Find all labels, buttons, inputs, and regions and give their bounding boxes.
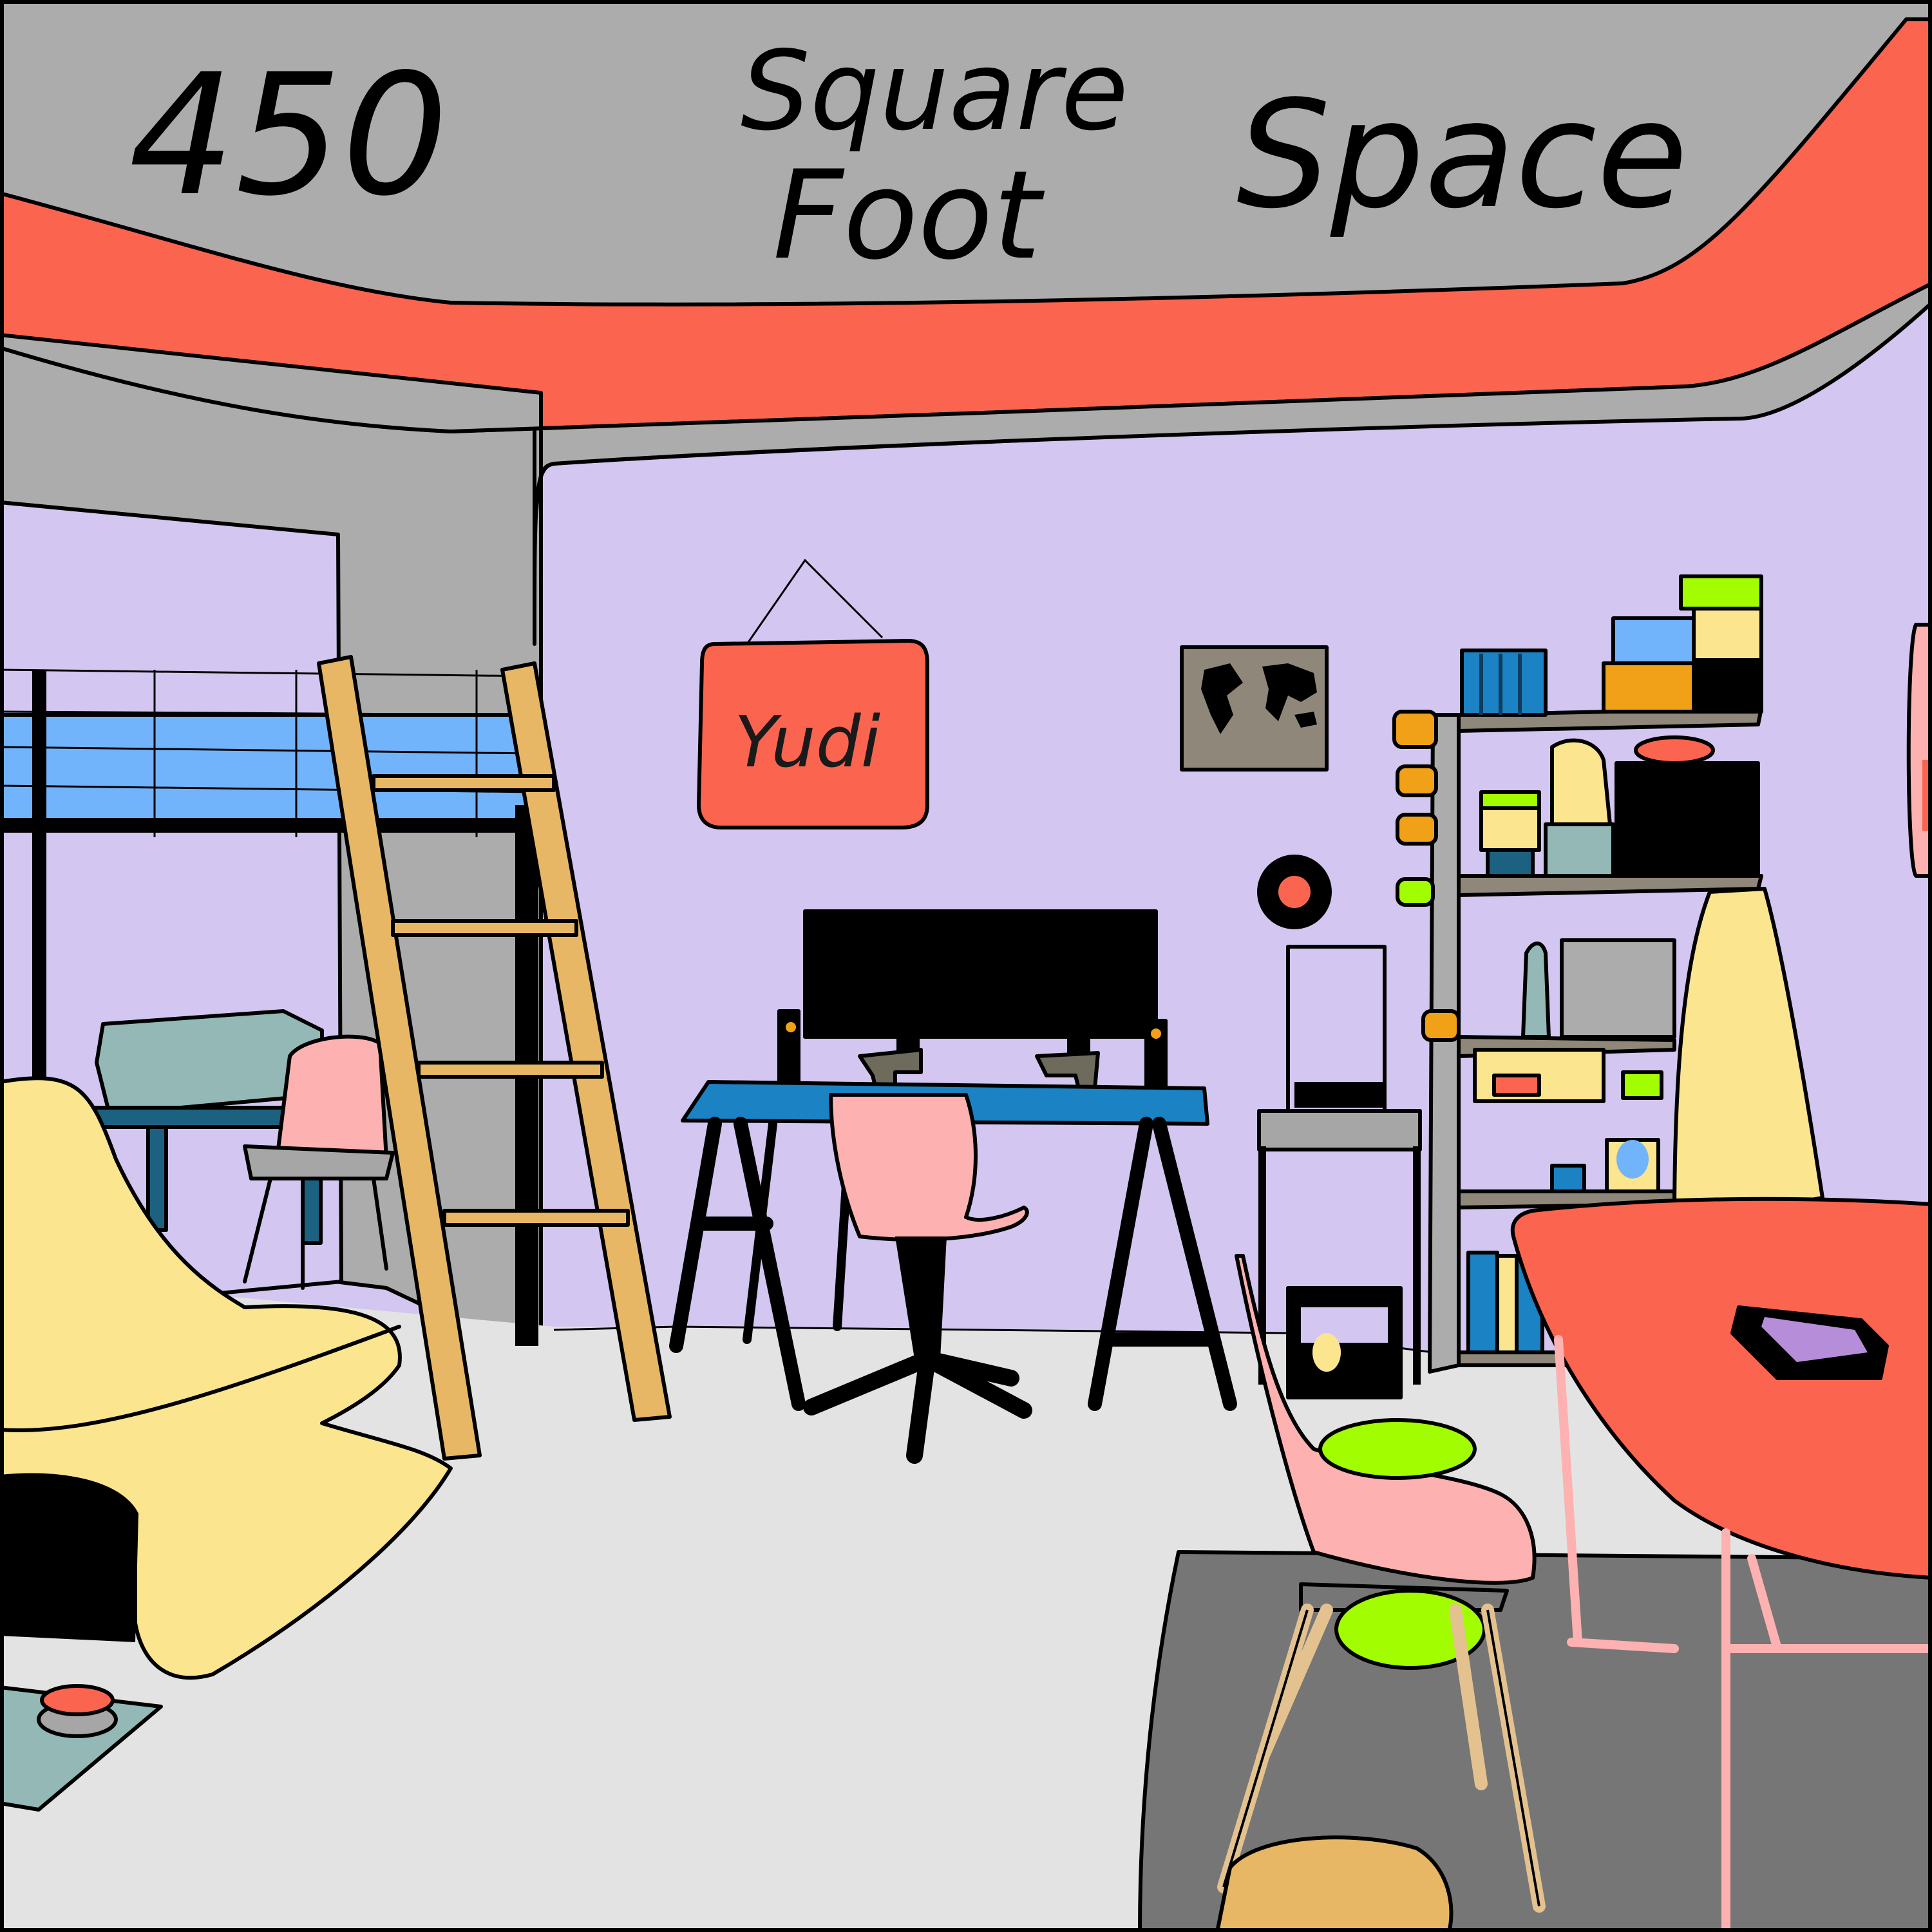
- dining-chair-cushion-top: [1318, 1418, 1477, 1480]
- wall-block-3: [1396, 813, 1438, 846]
- title-word-space: Space: [1236, 70, 1688, 242]
- cart-top: [1257, 1109, 1422, 1151]
- jar-yellow: [1479, 806, 1541, 852]
- box-black-mid: [1615, 761, 1760, 878]
- speaker-right-dot: [1151, 1028, 1161, 1039]
- world-map-poster: [1180, 645, 1329, 772]
- wall-block-1: [1392, 710, 1438, 749]
- vacuum-button: [40, 1684, 115, 1716]
- ladder-rung-1: [372, 774, 556, 792]
- box-black-top: [1692, 658, 1763, 714]
- title-number: 450: [129, 39, 448, 233]
- box-yellow-top: [1692, 607, 1763, 662]
- monitor-left: [803, 909, 984, 1039]
- blue-desk-top: [88, 1106, 311, 1129]
- jar-blue: [1486, 848, 1535, 878]
- loft-bed-post-left: [32, 670, 46, 1088]
- bin-blue: [1550, 1164, 1586, 1193]
- world-map-frame: [1180, 645, 1329, 772]
- wall-block-2: [1396, 764, 1438, 797]
- beanbag-shadow: [0, 1473, 138, 1642]
- tool-basket-inner: [1301, 1307, 1388, 1343]
- box-blue-books: [1460, 649, 1548, 717]
- ladder-rung-2: [391, 919, 578, 937]
- wall-block-lime: [1396, 877, 1435, 907]
- wall-block-orange-low: [1421, 1009, 1461, 1042]
- box-red-lid: [1634, 735, 1715, 765]
- blue-desk-leg-left: [146, 1125, 168, 1232]
- monitor-right-stand: [1067, 1028, 1090, 1055]
- tray-lime: [1621, 1070, 1663, 1100]
- loft-bed-frame: [0, 818, 535, 832]
- ladder-rung-4: [442, 1209, 630, 1227]
- tray-red: [1492, 1074, 1541, 1097]
- speaker-left: [777, 1009, 800, 1084]
- name-sign-text: Yudi: [734, 701, 881, 783]
- 3d-printer-bed: [1294, 1082, 1385, 1108]
- ladder-rung-3: [417, 1061, 604, 1079]
- books-bottom-blue: [1466, 1251, 1499, 1354]
- box-lime-top: [1679, 574, 1763, 611]
- vase-yellow: [1550, 738, 1612, 826]
- title-word-square: Square: [741, 28, 1128, 155]
- bin-blue-dome: [1616, 1140, 1649, 1179]
- loft-bed-mattress: [0, 713, 530, 833]
- speaker-left-dot: [786, 1022, 796, 1032]
- jar-grey: [1544, 822, 1615, 878]
- room-illustration: 450 Square Foot Space Yudi: [0, 0, 1932, 1932]
- books-bottom-yellow: [1495, 1254, 1519, 1354]
- title-word-foot: Foot: [773, 144, 1045, 287]
- box-orange: [1602, 661, 1696, 714]
- filament-spool-center: [1278, 876, 1311, 908]
- shelf-upright-left: [1428, 713, 1461, 1374]
- stool-seat: [1215, 1835, 1454, 1932]
- bottle-grey: [1521, 942, 1551, 1039]
- monitor-right: [980, 909, 1158, 1039]
- tool-yellow: [1312, 1333, 1341, 1372]
- box-blue-top: [1611, 616, 1696, 665]
- box-grey-mid: [1560, 938, 1676, 1039]
